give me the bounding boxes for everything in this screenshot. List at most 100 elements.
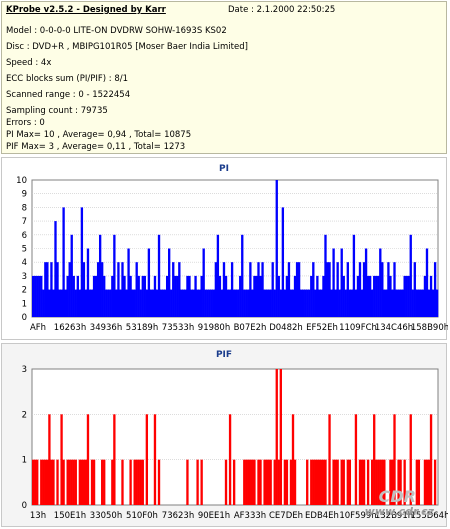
- pi-bar: [387, 262, 390, 317]
- pi-bar: [206, 289, 209, 317]
- pi-bar: [204, 289, 207, 317]
- pi-bar: [285, 275, 289, 317]
- pi-y-tick-label: 5: [22, 245, 27, 255]
- pi-bar: [261, 262, 264, 317]
- pi-x-tick-label: 158B90h: [411, 323, 448, 333]
- pi-bar: [52, 289, 55, 317]
- pi-bar: [391, 289, 394, 317]
- pif-bar: [259, 459, 262, 505]
- pi-bar: [243, 289, 246, 317]
- pi-bar: [161, 289, 165, 317]
- pi-bar: [368, 275, 372, 317]
- pif-x-tick-label: 150E1h: [54, 511, 86, 521]
- pif-x-tick-label: 90EE1h: [198, 511, 230, 521]
- pi-bar: [354, 289, 358, 317]
- pi-bar: [147, 248, 151, 317]
- pi-bar: [66, 275, 69, 317]
- pif-bar: [291, 414, 295, 505]
- pif-bar: [249, 459, 252, 505]
- pi-bar: [119, 289, 122, 317]
- pi-x-tick-label: D0482h: [269, 323, 303, 333]
- pif-bar: [74, 459, 77, 505]
- pi-bar: [117, 262, 120, 317]
- pif-bar: [52, 459, 55, 505]
- pif-bar: [129, 459, 132, 505]
- pi-bar: [88, 289, 92, 317]
- pif-bar: [101, 459, 104, 505]
- pi-bar: [214, 262, 218, 317]
- pi-bar: [226, 289, 230, 317]
- pi-bar: [220, 289, 224, 317]
- pif-bar: [293, 459, 297, 505]
- pi-bar: [192, 289, 195, 317]
- pif-bar: [354, 414, 358, 505]
- pif-bar: [60, 414, 63, 505]
- pi-bar: [143, 275, 146, 317]
- pif-bar: [121, 459, 124, 505]
- pif-bar: [253, 459, 256, 505]
- pi-bar: [318, 289, 321, 317]
- pi-bar: [188, 275, 191, 317]
- pif-bar: [103, 459, 106, 505]
- pif-bar: [433, 459, 437, 505]
- pi-y-tick-label: 1: [22, 299, 27, 309]
- pif-bar: [334, 459, 337, 505]
- pif-bar: [62, 459, 65, 505]
- info-ecc: ECC blocks sum (PI/PIF) : 8/1: [6, 74, 129, 84]
- pi-bar: [123, 275, 126, 317]
- pif-bar: [153, 414, 157, 505]
- pif-bar: [336, 459, 339, 505]
- pi-x-tick-label: B07E2h: [234, 323, 267, 333]
- pi-bar: [82, 262, 86, 317]
- pif-bar: [157, 459, 161, 505]
- info-pif-stats: PIF Max= 3 , Average= 0,11 , Total= 1273: [6, 142, 186, 152]
- pi-x-tick-label: 73533h: [162, 323, 194, 333]
- pif-bar: [247, 459, 250, 505]
- pif-bar: [78, 459, 82, 505]
- pi-bar: [40, 275, 43, 317]
- pi-bar: [190, 289, 193, 317]
- pi-bar: [324, 234, 327, 317]
- pif-y-tick-label: 1: [22, 456, 27, 466]
- pi-x-tick-label: 34936h: [90, 323, 122, 333]
- pi-bar: [348, 289, 352, 317]
- pif-bar: [279, 369, 282, 505]
- pif-bar: [42, 459, 45, 505]
- pi-bar: [133, 289, 136, 317]
- pi-bar: [297, 262, 301, 317]
- pif-bar: [283, 459, 287, 505]
- pi-x-tick-label: 53189h: [126, 323, 158, 333]
- pi-bar: [346, 262, 349, 317]
- pi-y-tick-label: 2: [22, 286, 27, 296]
- pi-bar: [76, 275, 79, 317]
- pi-bar: [196, 289, 199, 317]
- pi-bar: [36, 275, 39, 317]
- pi-bar: [265, 289, 268, 317]
- pi-bar: [314, 289, 317, 317]
- pi-bar: [287, 262, 291, 317]
- pif-bar: [427, 459, 431, 505]
- pi-bar: [157, 234, 161, 317]
- pi-bar: [64, 289, 67, 317]
- pi-bar: [218, 275, 222, 317]
- pif-bar: [310, 459, 313, 505]
- pi-y-tick-label: 3: [22, 272, 27, 282]
- pi-bar: [78, 289, 82, 317]
- pi-bar: [74, 289, 77, 317]
- pi-bar: [275, 180, 278, 317]
- pif-bar: [56, 459, 59, 505]
- pi-bar: [38, 275, 41, 317]
- pi-bar: [364, 248, 368, 317]
- pif-bar: [224, 459, 228, 505]
- info-speed: Speed : 4x: [6, 58, 52, 68]
- pif-bar: [360, 459, 364, 505]
- pi-bar: [427, 289, 431, 317]
- pif-bar: [135, 459, 138, 505]
- pi-bar: [70, 234, 73, 317]
- pi-bar: [129, 275, 132, 317]
- pi-bar: [291, 289, 295, 317]
- pi-bar: [312, 262, 315, 317]
- pif-bar: [92, 459, 96, 505]
- pif-bar: [358, 459, 362, 505]
- pi-bar: [395, 289, 398, 317]
